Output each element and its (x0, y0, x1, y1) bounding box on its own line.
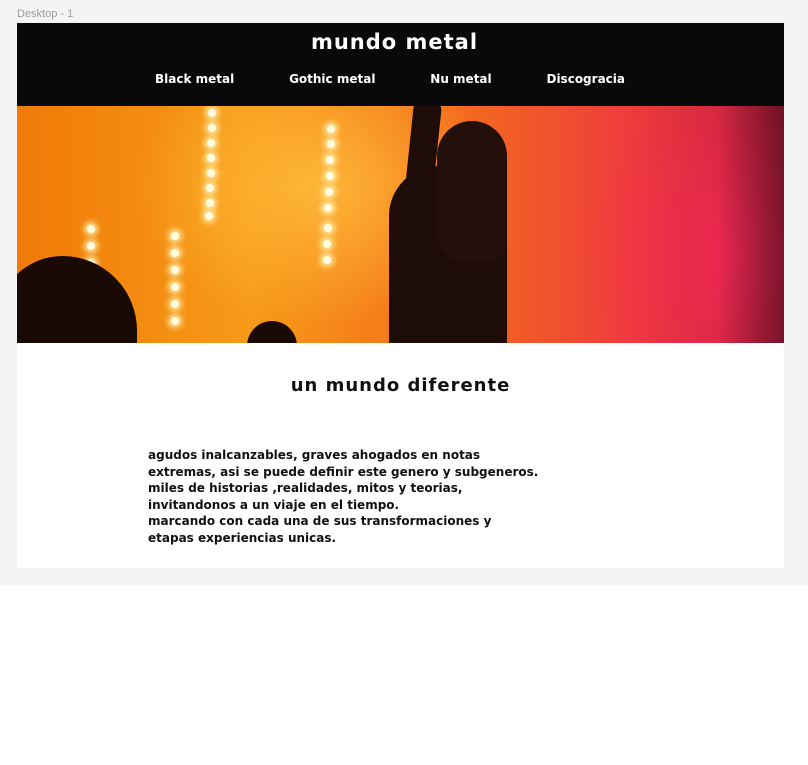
site-header: mundo metal Black metal Gothic metal Nu … (17, 23, 784, 106)
paragraph-line: marcando con cada una de sus transformac… (148, 514, 492, 528)
stage-light (87, 225, 95, 233)
main-nav: Black metal Gothic metal Nu metal Discog… (155, 69, 625, 89)
paragraph-line: miles de historias ,realidades, mitos y … (148, 481, 463, 495)
stage-light (327, 125, 335, 133)
stage-light (87, 242, 95, 250)
stage-light (171, 317, 179, 325)
stage-light (171, 232, 179, 240)
stage-light (327, 140, 335, 148)
stage-light (324, 224, 332, 232)
stage-light (208, 124, 216, 132)
paragraph-line: extremas, asi se puede definir este gene… (148, 464, 539, 479)
stage-light (205, 212, 213, 220)
stage-light (171, 249, 179, 257)
hero-concert-image (17, 106, 784, 343)
desktop-frame: mundo metal Black metal Gothic metal Nu … (17, 23, 784, 568)
nav-item-black-metal[interactable]: Black metal (155, 72, 234, 86)
stage-light (206, 199, 214, 207)
stage-light (323, 240, 331, 248)
paragraph-line: invitandonos a un viaje en el tiempo. (148, 497, 400, 512)
frame-label[interactable]: Desktop - 1 (17, 8, 73, 20)
site-title: mundo metal (310, 30, 479, 54)
stage-light (171, 300, 179, 308)
paragraph-line: etapas experiencias unicas. (148, 530, 337, 545)
stage-light (171, 266, 179, 274)
stage-light (326, 172, 334, 180)
nav-item-gothic-metal[interactable]: Gothic metal (289, 72, 375, 86)
nav-item-discogracia[interactable]: Discogracia (546, 72, 625, 86)
stage-light (325, 188, 333, 196)
stage-light (206, 184, 214, 192)
hair-silhouette (437, 121, 507, 261)
stage-light (326, 156, 334, 164)
intro-paragraph: agudos inalcanzables, graves ahogados en… (148, 447, 708, 546)
nav-item-nu-metal[interactable]: Nu metal (430, 72, 491, 86)
stage-shadow (717, 106, 784, 343)
stage-light (324, 204, 332, 212)
stage-light (208, 109, 216, 117)
stage-light (207, 169, 215, 177)
stage-light (207, 139, 215, 147)
crowd-silhouette (17, 256, 137, 343)
stage-light (323, 256, 331, 264)
paragraph-line: agudos inalcanzables, graves ahogados en… (148, 448, 481, 462)
stage-light (171, 283, 179, 291)
crowd-silhouette (247, 321, 297, 343)
section-heading: un mundo diferente (290, 375, 511, 396)
stage-light (207, 154, 215, 162)
